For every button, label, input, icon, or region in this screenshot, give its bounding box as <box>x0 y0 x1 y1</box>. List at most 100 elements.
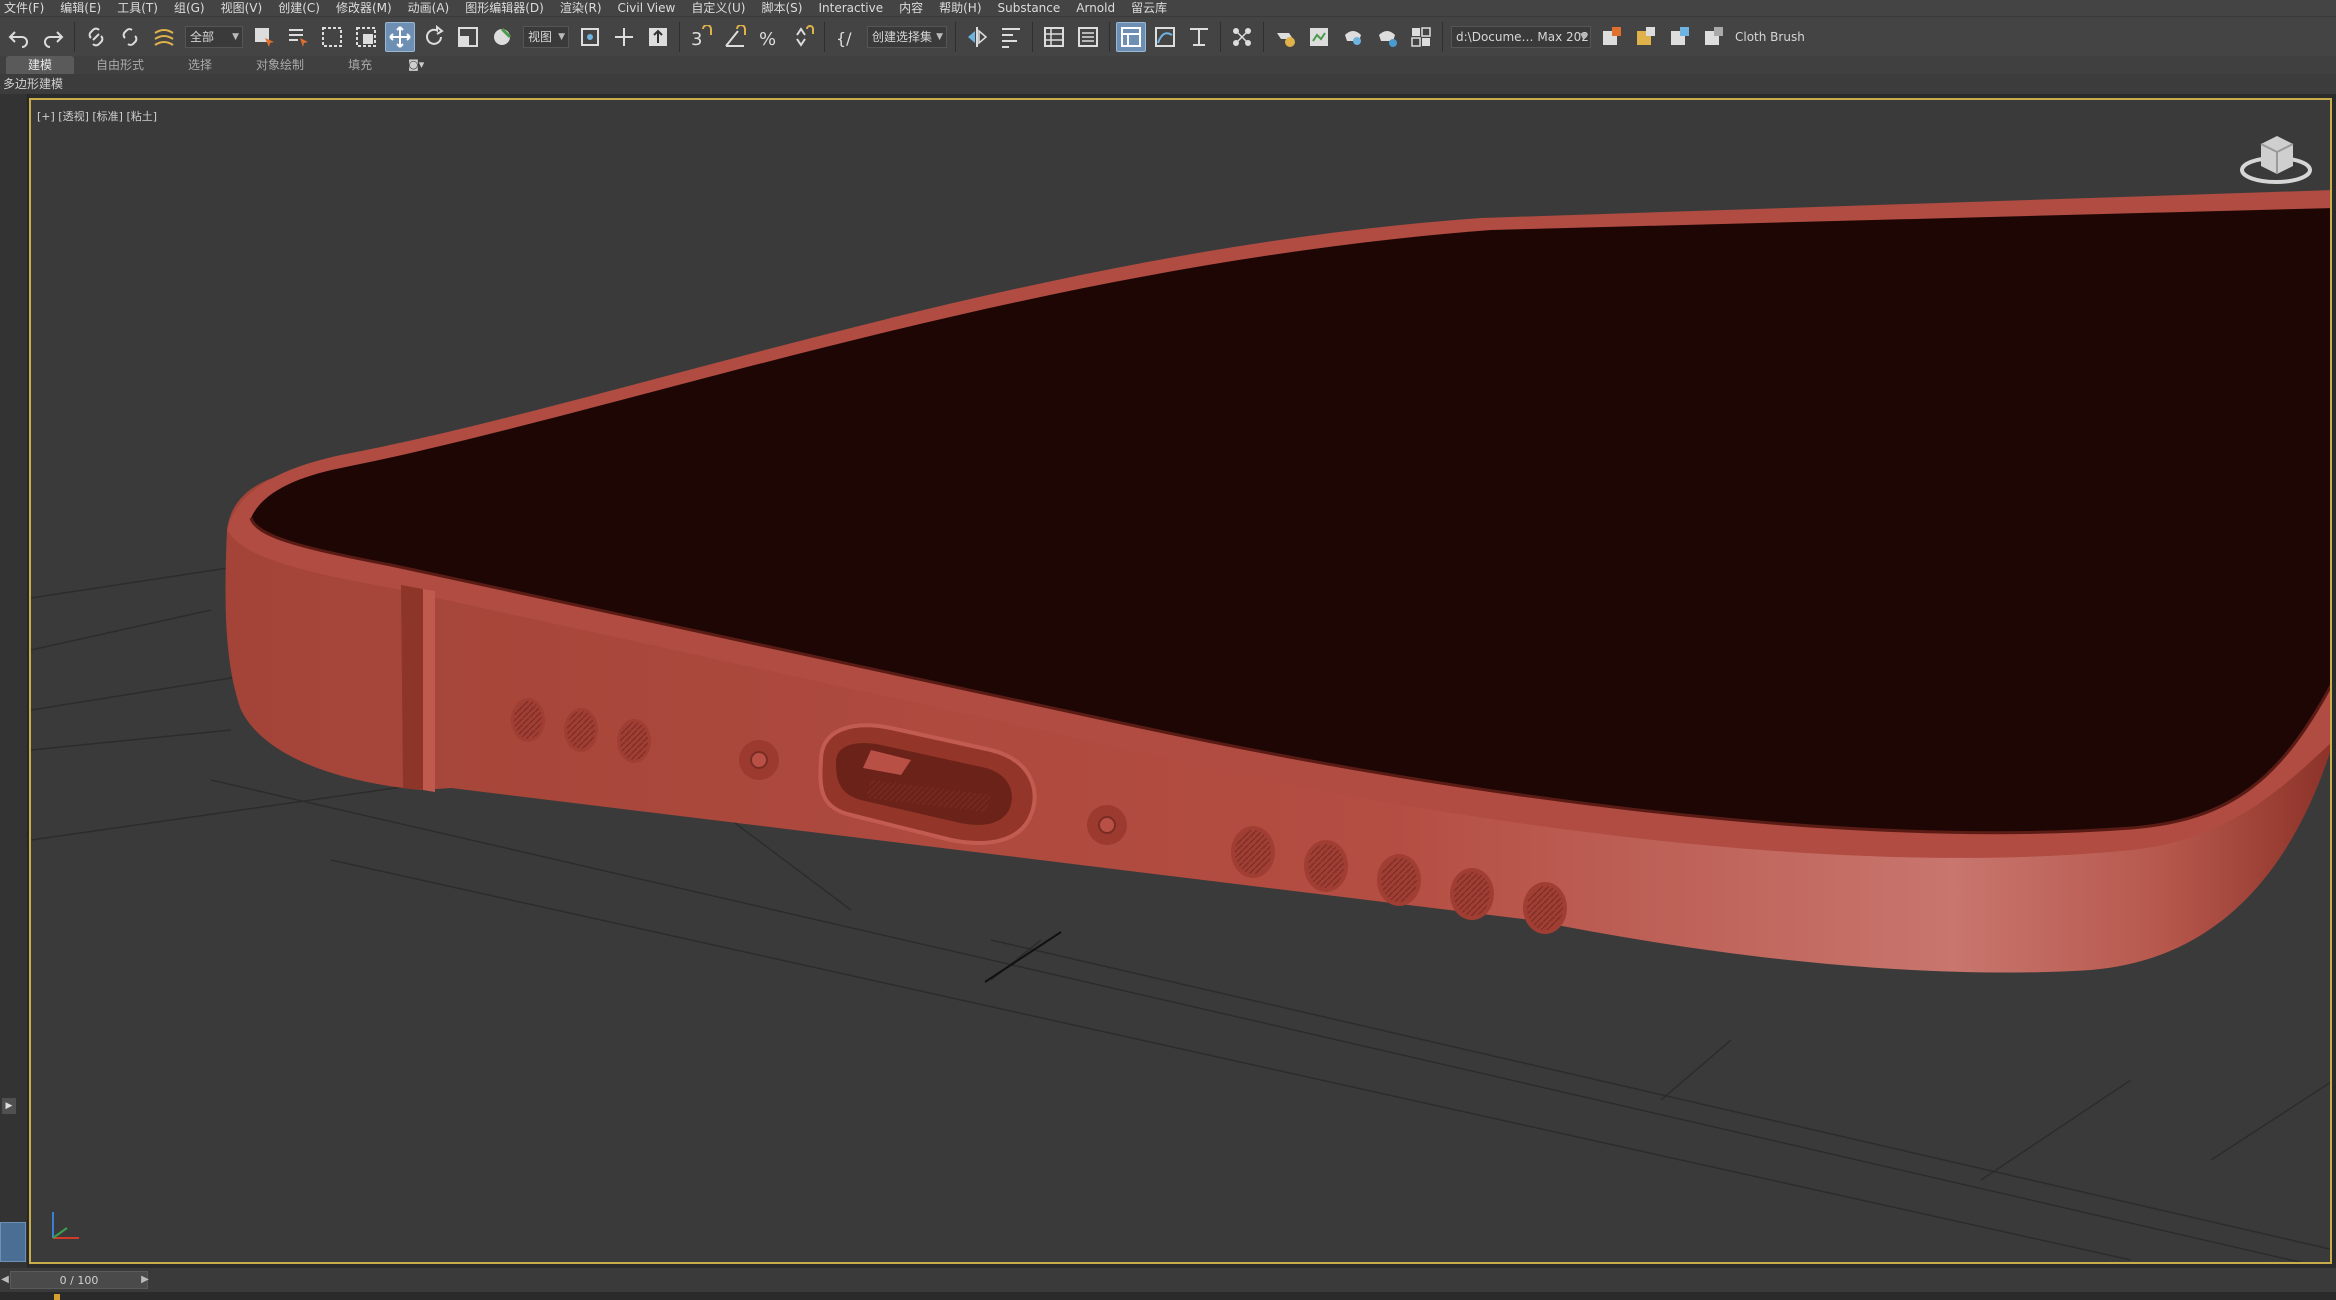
toolbar-separator <box>679 21 680 52</box>
menu-item[interactable]: 视图(V) <box>219 0 277 16</box>
menu-item[interactable]: 留云库 <box>1129 0 1181 16</box>
toolbar-separator <box>1109 21 1110 52</box>
render-in-cloud-icon[interactable] <box>1372 22 1402 52</box>
project-settings-icon[interactable] <box>1665 22 1695 52</box>
previous-frame-icon[interactable]: ◀ <box>0 1271 10 1289</box>
menu-item[interactable]: Interactive <box>816 0 897 16</box>
select-and-scale-icon[interactable] <box>453 22 483 52</box>
ribbon-tab[interactable]: 建模 <box>6 56 75 74</box>
material-editor-icon[interactable] <box>1227 22 1257 52</box>
next-frame-icon[interactable]: ▶ <box>140 1271 150 1289</box>
render-production-icon[interactable] <box>1338 22 1368 52</box>
pivot-center-icon[interactable] <box>575 22 605 52</box>
ribbon-subpanel: 多边形建模 <box>0 74 2336 94</box>
grid-axis-line <box>984 931 1062 983</box>
rect-selection-region-icon[interactable] <box>317 22 347 52</box>
toolbar-separator <box>955 21 956 52</box>
menu-item[interactable]: 图形编辑器(D) <box>463 0 558 16</box>
viewport-label[interactable]: [+] [透视] [标准] [粘土] <box>37 108 157 124</box>
track-bar[interactable] <box>0 1292 2336 1300</box>
menu-item[interactable]: 修改器(M) <box>334 0 406 16</box>
select-and-move-icon[interactable] <box>385 21 415 52</box>
cloth-brush-label[interactable]: Cloth Brush <box>1735 30 1805 44</box>
toggle-ribbon-icon[interactable] <box>1116 21 1146 52</box>
ribbon-tab-bar: 建模 自由形式 选择 对象绘制 填充 ◙▾ <box>0 56 2336 74</box>
unlink-icon[interactable] <box>115 22 145 52</box>
time-slider-bar: ◀ 0 / 100 ▶ <box>0 1268 2336 1292</box>
curve-editor-icon[interactable] <box>1150 22 1180 52</box>
angle-snap-icon[interactable] <box>720 22 750 52</box>
keyboard-shortcut-override-icon[interactable] <box>643 22 673 52</box>
snap-toggle-icon[interactable]: 3 <box>686 22 716 52</box>
time-slider[interactable]: 0 / 100 <box>10 1271 148 1289</box>
menu-item[interactable]: 动画(A) <box>406 0 464 16</box>
window-crossing-icon[interactable] <box>351 22 381 52</box>
toolbar-separator <box>1263 21 1264 52</box>
viewport-layout-tab[interactable] <box>0 1222 26 1262</box>
menu-item[interactable]: 渲染(R) <box>558 0 616 16</box>
menu-item[interactable]: Civil View <box>616 0 690 16</box>
toolbar-separator <box>74 21 75 52</box>
polygon-modeling-label[interactable]: 多边形建模 <box>0 77 63 91</box>
menu-item[interactable]: 自定义(U) <box>689 0 759 16</box>
render-grid-icon[interactable] <box>1406 22 1436 52</box>
menu-item[interactable]: 编辑(E) <box>58 0 115 16</box>
menu-bar: 文件(F) 编辑(E) 工具(T) 组(G) 视图(V) 创建(C) 修改器(M) 动画(A)… <box>0 0 2336 16</box>
menu-item[interactable]: 工具(T) <box>115 0 172 16</box>
antenna-line <box>401 585 423 790</box>
main-toolbar: 全部 ▼ 视图 ▼ 3 % {/ 创建选择集 ▼ d:\Docume… Max 202… <box>0 16 2336 56</box>
select-and-place-icon[interactable] <box>487 22 517 52</box>
reference-coordinate-dropdown[interactable]: 视图 ▼ <box>523 25 569 48</box>
edit-named-selection-icon[interactable]: {/ <box>831 22 861 52</box>
spinner-snap-icon[interactable] <box>788 22 818 52</box>
axis-tripod-icon <box>52 1212 79 1239</box>
menu-item[interactable]: 帮助(H) <box>937 0 995 16</box>
menu-item[interactable]: 文件(F) <box>2 0 58 16</box>
ribbon-tab[interactable]: 自由形式 <box>74 56 166 74</box>
ribbon-minimize-toggle-icon[interactable]: ◙▾ <box>408 56 424 74</box>
expand-arrow-icon[interactable]: ▶ <box>2 1098 16 1114</box>
selection-filter-dropdown[interactable]: 全部 ▼ <box>185 25 243 48</box>
menu-item[interactable]: 内容 <box>897 0 937 16</box>
undo-icon[interactable] <box>4 22 34 52</box>
workspace-path-dropdown[interactable]: d:\Docume… Max 2021 ▼ <box>1451 25 1591 48</box>
percent-snap-icon[interactable]: % <box>754 22 784 52</box>
scene-explorer-icon[interactable] <box>1039 22 1069 52</box>
link-icon[interactable] <box>81 22 111 52</box>
schematic-view-icon[interactable] <box>1184 22 1214 52</box>
align-icon[interactable] <box>996 22 1026 52</box>
set-project-icon[interactable] <box>1631 22 1661 52</box>
viewcube-icon[interactable] <box>2240 136 2312 184</box>
named-selection-dropdown[interactable]: 创建选择集 ▼ <box>867 25 947 48</box>
select-object-icon[interactable] <box>249 22 279 52</box>
menu-item[interactable]: Arnold <box>1074 0 1129 16</box>
pentalobe-screw-left <box>739 740 779 780</box>
left-command-strip <box>0 94 28 1268</box>
scene-states-icon[interactable] <box>1699 22 1729 52</box>
viewport-scene <box>31 136 2330 1262</box>
menu-item[interactable]: 创建(C) <box>276 0 334 16</box>
frame-counter: 0 / 100 <box>59 1273 99 1287</box>
render-setup-icon[interactable] <box>1270 22 1300 52</box>
ribbon-tab[interactable]: 选择 <box>166 56 234 74</box>
select-and-rotate-icon[interactable] <box>419 22 449 52</box>
manipulate-icon[interactable] <box>609 22 639 52</box>
project-folder-icon[interactable] <box>1597 22 1627 52</box>
rendered-frame-window-icon[interactable] <box>1304 22 1334 52</box>
menu-item[interactable]: Substance <box>996 0 1075 16</box>
menu-item[interactable]: 脚本(S) <box>759 0 816 16</box>
select-by-name-icon[interactable] <box>283 22 313 52</box>
perspective-viewport[interactable]: [+] [透视] [标准] [粘土] <box>29 98 2332 1264</box>
toolbar-separator <box>1442 21 1443 52</box>
svg-text:3: 3 <box>691 29 702 49</box>
current-frame-marker <box>54 1294 60 1300</box>
redo-icon[interactable] <box>38 22 68 52</box>
mirror-icon[interactable] <box>962 22 992 52</box>
layer-explorer-icon[interactable] <box>1073 22 1103 52</box>
pentalobe-screw-right <box>1087 805 1127 845</box>
bind-spacewarp-icon[interactable] <box>149 22 179 52</box>
ribbon-tab[interactable]: 填充 <box>326 56 394 74</box>
ribbon-tab[interactable]: 对象绘制 <box>234 56 326 74</box>
menu-item[interactable]: 组(G) <box>172 0 219 16</box>
svg-text:{/: {/ <box>836 29 852 48</box>
